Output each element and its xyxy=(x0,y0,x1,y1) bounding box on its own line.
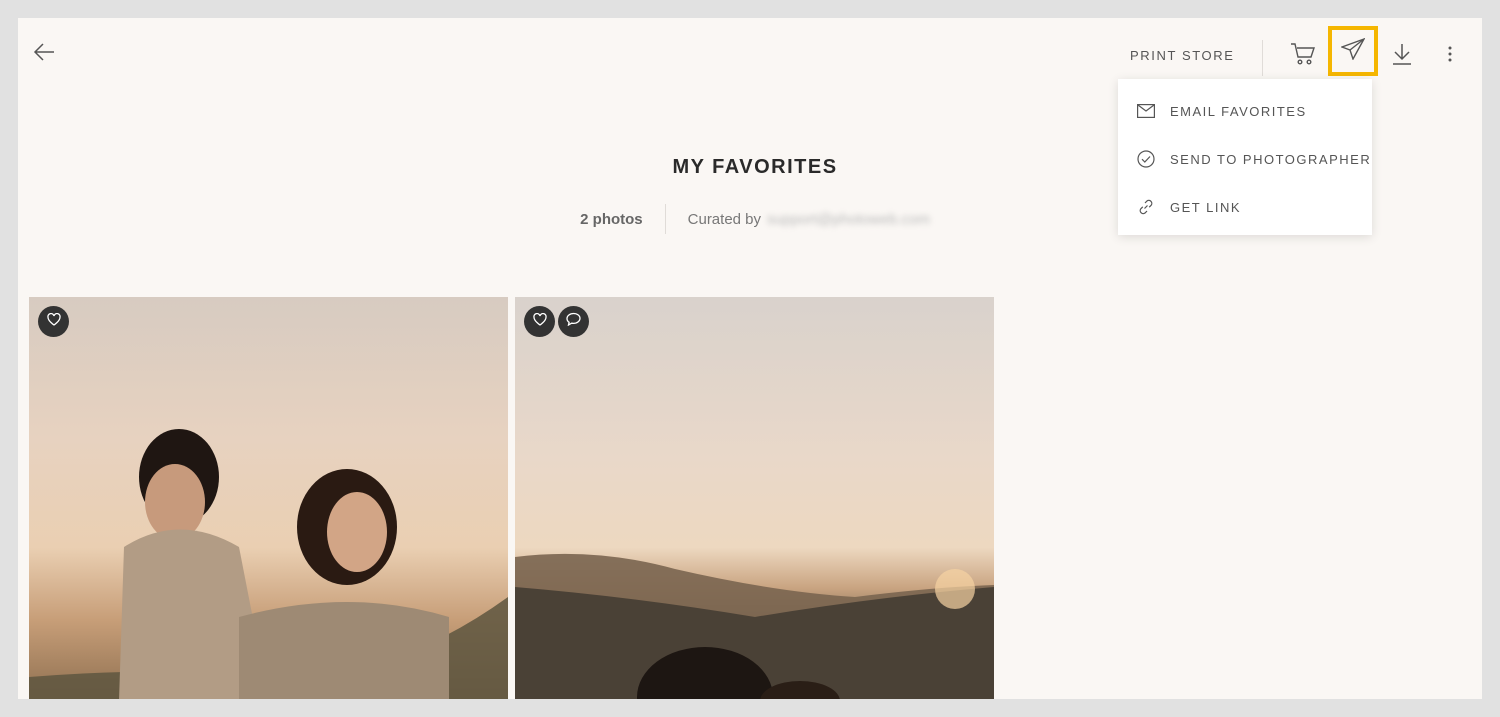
comment-badge[interactable] xyxy=(558,306,589,337)
curator-email: support@photoweb.com xyxy=(767,210,930,228)
download-icon xyxy=(1392,43,1412,70)
more-options-button[interactable] xyxy=(1432,38,1468,74)
heart-icon xyxy=(46,312,61,331)
curated-by: Curated by support@photoweb.com xyxy=(666,211,930,228)
toolbar-divider xyxy=(1262,40,1263,76)
menu-item-label: EMAIL FAVORITES xyxy=(1170,103,1307,119)
envelope-icon xyxy=(1136,101,1156,121)
comment-icon xyxy=(566,312,581,331)
page-meta: 2 photos Curated by support@photoweb.com xyxy=(18,204,1482,234)
download-button[interactable] xyxy=(1382,38,1422,74)
photo-card[interactable] xyxy=(515,297,994,699)
photo-card[interactable] xyxy=(29,297,508,699)
favorite-badge[interactable] xyxy=(524,306,555,337)
page-title: MY FAVORITES xyxy=(672,156,838,178)
more-vertical-icon xyxy=(1447,46,1453,67)
share-button[interactable] xyxy=(1328,26,1378,76)
photo-image xyxy=(515,553,994,699)
photo-count: 2 photos xyxy=(580,210,643,228)
cart-button[interactable] xyxy=(1283,38,1323,74)
heart-icon xyxy=(532,312,547,331)
menu-item-email-favorites[interactable]: EMAIL FAVORITES xyxy=(1118,87,1372,135)
photo-image xyxy=(29,429,508,699)
arrow-left-icon xyxy=(33,42,55,67)
favorites-page: PRINT STORE EMAIL FAVORITES SEND TO PHOT… xyxy=(18,18,1482,699)
curated-label: Curated by xyxy=(687,210,762,228)
favorite-badge[interactable] xyxy=(38,306,69,337)
print-store-link[interactable]: PRINT STORE xyxy=(1130,48,1235,63)
paper-plane-icon xyxy=(1339,37,1366,65)
back-button[interactable] xyxy=(30,40,58,68)
cart-icon xyxy=(1290,42,1316,71)
